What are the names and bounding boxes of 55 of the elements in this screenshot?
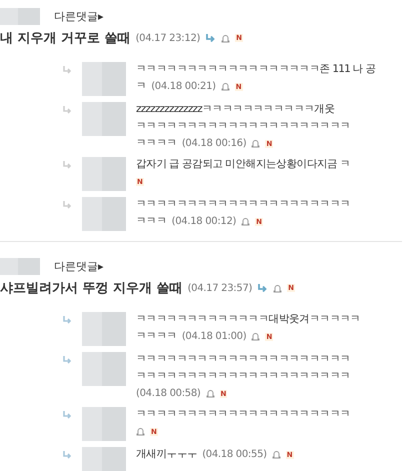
blurred-avatar xyxy=(82,312,126,346)
bell-icon[interactable] xyxy=(251,139,260,148)
other-comments-link[interactable]: 다른댓글▸ xyxy=(54,258,104,274)
blurred-avatar xyxy=(82,62,126,96)
timestamp: (04.18 00:58) xyxy=(136,388,201,399)
bell-icon[interactable] xyxy=(272,450,281,459)
blurred-avatar xyxy=(82,157,126,191)
reply-text: zzzzzzzzzzzzzzㅋㅋㅋㅋㅋㅋㅋㅋㅋㅋㅋ개웃 xyxy=(136,102,336,117)
bell-icon[interactable] xyxy=(221,34,230,42)
blurred-name xyxy=(0,258,40,274)
reply-arrow-icon[interactable] xyxy=(62,160,72,170)
reply-text: ㅋㅋㅋㅋ xyxy=(136,329,177,344)
reply-text: ㅋㅋㅋㅋㅋㅋㅋㅋㅋㅋㅋㅋㅋㅋㅋㅋㅋㅋㅋㅋㅋ xyxy=(136,407,350,422)
bell-icon[interactable] xyxy=(273,284,282,292)
reply-text: 갑자기 급 공감되고 미안해지는상황이다지금 ㅋ xyxy=(136,157,350,172)
reply-arrow-icon[interactable] xyxy=(62,315,72,325)
timestamp: (04.17 23:57) xyxy=(188,282,252,294)
other-comments-link[interactable]: 다른댓글▸ xyxy=(54,8,104,24)
reply-text: ㅋㅋㅋㅋ xyxy=(136,136,177,151)
blurred-avatar xyxy=(82,197,126,231)
bell-icon[interactable] xyxy=(251,332,260,341)
blurred-avatar xyxy=(82,407,126,441)
timestamp: (04.17 23:12) xyxy=(136,32,200,44)
blurred-name xyxy=(0,8,40,24)
reply-arrow-icon[interactable] xyxy=(62,410,72,420)
timestamp: (04.18 00:16) xyxy=(182,138,246,149)
reply-text: 개새끼ㅜㅜㅜ xyxy=(136,447,198,462)
reply-arrow-icon[interactable] xyxy=(62,450,72,460)
timestamp: (04.18 01:00) xyxy=(182,331,246,342)
blurred-avatar xyxy=(82,102,126,136)
reply-text: ㅋㅋㅋㅋㅋㅋㅋㅋㅋㅋㅋㅋㅋㅋㅋㅋㅋㅋㅋㅋㅋ xyxy=(136,369,350,384)
reply-text: ㅋ xyxy=(136,79,146,94)
timestamp: (04.18 00:21) xyxy=(151,81,216,92)
reply-arrow-icon[interactable] xyxy=(205,33,216,43)
reply-arrow-icon[interactable] xyxy=(62,200,72,210)
blurred-avatar xyxy=(82,352,126,386)
timestamp: (04.18 00:12) xyxy=(172,216,236,227)
blurred-avatar xyxy=(82,447,126,471)
bell-icon[interactable] xyxy=(136,427,145,436)
bell-icon[interactable] xyxy=(220,82,230,91)
reply-text: ㅋㅋㅋ xyxy=(136,214,167,229)
reply-text: ㅋㅋㅋㅋㅋㅋㅋㅋㅋㅋㅋㅋㅋ대박웃겨ㅋㅋㅋㅋㅋ xyxy=(136,312,360,327)
reply-text: ㅋㅋㅋㅋㅋㅋㅋㅋㅋㅋㅋㅋㅋㅋㅋㅋㅋㅋㅋㅋㅋ xyxy=(136,352,350,367)
reply-text: ㅋㅋㅋㅋㅋㅋㅋㅋㅋㅋㅋㅋㅋㅋㅋㅋㅋㅋ존 111 나 공 xyxy=(136,62,376,77)
bell-icon[interactable] xyxy=(241,217,250,226)
reply-arrow-icon[interactable] xyxy=(62,105,72,115)
reply-text: ㅋㅋㅋㅋㅋㅋㅋㅋㅋㅋㅋㅋㅋㅋㅋㅋㅋㅋㅋㅋㅋ xyxy=(136,119,350,134)
reply-arrow-icon[interactable] xyxy=(62,65,72,75)
timestamp: (04.18 00:55) xyxy=(202,449,267,460)
comment-text: 내 지우개 거꾸로 쓸때 xyxy=(0,30,131,47)
comment-text: 샤프빌려가서 뚜껑 지우개 쓸때 xyxy=(0,280,183,297)
reply-text: ㅋㅋㅋㅋㅋㅋㅋㅋㅋㅋㅋㅋㅋㅋㅋㅋㅋㅋㅋㅋㅋ xyxy=(136,197,350,212)
bell-icon[interactable] xyxy=(206,389,215,398)
reply-arrow-icon[interactable] xyxy=(257,283,268,293)
reply-arrow-icon[interactable] xyxy=(62,355,72,365)
